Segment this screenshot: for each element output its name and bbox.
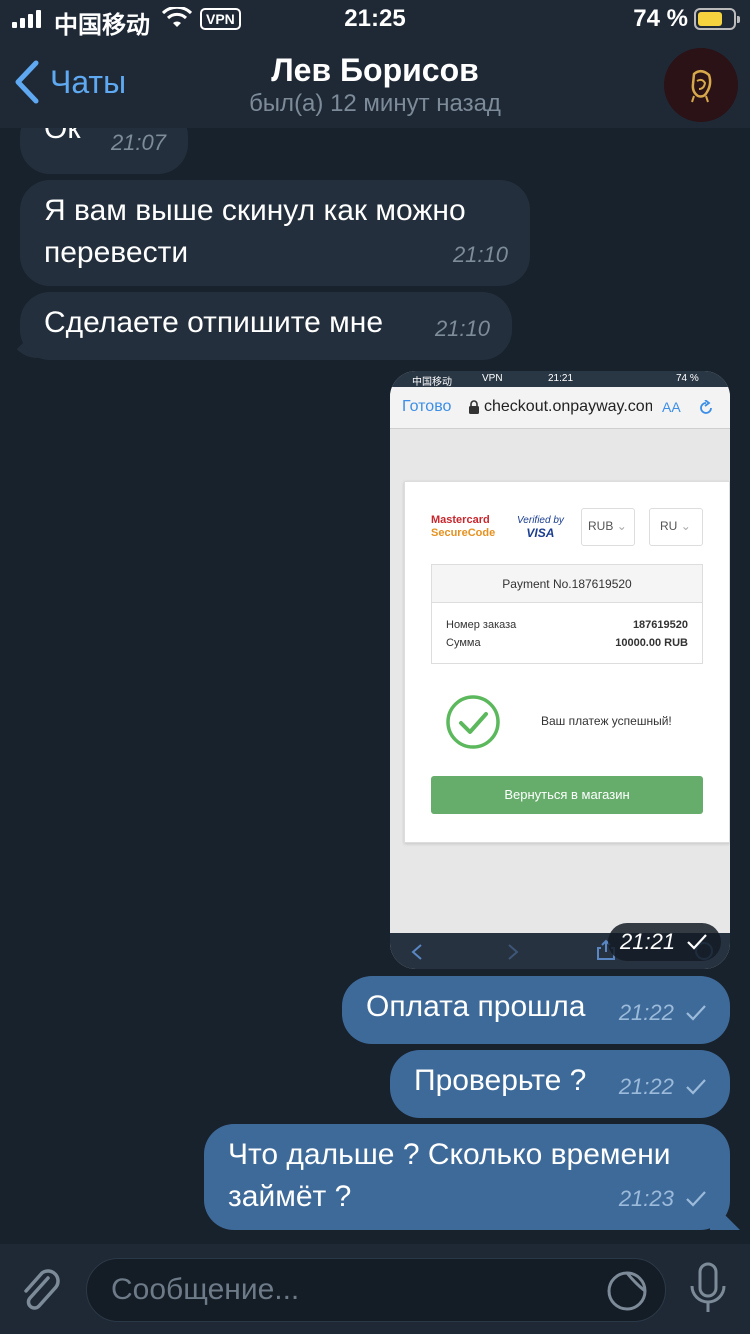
message-time: 21:21: [620, 929, 676, 954]
image-battery: 74 %: [676, 373, 699, 384]
message-time: 21:23: [618, 1186, 674, 1211]
contact-name[interactable]: Лев Борисов: [0, 52, 750, 89]
message-time-wrap: 21:22: [619, 992, 708, 1034]
language-select: RU ⌄: [649, 508, 703, 546]
check-icon: [686, 1005, 706, 1021]
check-icon: [687, 934, 707, 950]
message-incoming[interactable]: Ок 21:07: [20, 128, 188, 174]
order-label: Номер заказа: [446, 619, 517, 631]
message-time: 21:10: [434, 316, 490, 341]
image-message[interactable]: 中国移动 VPN 21:21 74 % Готово checkout.onpa…: [390, 371, 730, 969]
order-value: 187619520: [632, 619, 688, 631]
message-text: Проверьте ?: [414, 1064, 587, 1097]
image-time: 21:21: [548, 373, 574, 384]
payment-title: Payment No.187619520: [432, 565, 702, 603]
message-incoming[interactable]: Я вам выше скинул как можно перевести 21…: [20, 180, 530, 286]
chat-header: Чаты Лев Борисов был(а) 12 минут назад: [0, 40, 750, 128]
message-time-wrap: 21:22: [619, 1066, 708, 1108]
message-input-bar: Сообщение...: [0, 1244, 750, 1334]
sticker-icon[interactable]: [605, 1269, 649, 1313]
image-url: checkout.onpayway.com: [484, 398, 652, 415]
image-status-bar: 中国移动 VPN 21:21 74 %: [390, 371, 730, 388]
reload-icon: [700, 400, 712, 414]
attach-icon[interactable]: [18, 1266, 64, 1316]
browser-forward-icon: [508, 944, 519, 960]
message-time: 21:07: [110, 130, 166, 155]
image-done-button: Готово: [402, 398, 452, 415]
microphone-icon[interactable]: [688, 1262, 728, 1318]
image-aa: AA: [662, 399, 681, 415]
image-message-time: 21:21: [608, 923, 722, 961]
success-text: Ваш платеж успешный!: [541, 714, 672, 728]
message-outgoing[interactable]: Оплата прошла 21:22: [342, 976, 730, 1044]
message-time: 21:22: [618, 1074, 674, 1099]
battery-icon: [694, 8, 740, 30]
browser-back-icon: [411, 944, 422, 960]
message-text: Я вам выше скинул как можно перевести: [44, 194, 466, 269]
currency-select: RUB ⌄: [581, 508, 635, 546]
payment-details-box: Payment No.187619520 Номер заказа 187619…: [431, 564, 703, 664]
image-vpn: VPN: [482, 373, 503, 384]
success-check-icon: [446, 695, 500, 749]
message-time: 21:10: [452, 242, 508, 267]
last-seen-status: был(а) 12 минут назад: [249, 90, 501, 117]
message-incoming[interactable]: Сделаете отпишите мне 21:10: [20, 292, 512, 360]
check-icon: [686, 1079, 706, 1095]
message-outgoing[interactable]: Проверьте ? 21:22: [390, 1050, 730, 1118]
lock-icon: [469, 400, 479, 414]
image-browser-bar: Готово checkout.onpayway.com AA: [390, 387, 730, 429]
message-text: Сделаете отпишите мне: [44, 306, 384, 339]
image-carrier: 中国移动: [412, 377, 452, 388]
avatar-image: [664, 48, 738, 122]
chat-area[interactable]: Ок 21:07 Я вам выше скинул как можно пер…: [0, 128, 750, 1244]
return-to-shop-button: Вернуться в магазин: [431, 776, 703, 814]
message-text: Ок: [44, 128, 81, 145]
check-icon: [686, 1191, 706, 1207]
battery-percent: 74 %: [633, 5, 688, 32]
status-bar: 中国移动 VPN 21:25 74 %: [0, 0, 750, 40]
message-text: Оплата прошла: [366, 990, 586, 1023]
message-input[interactable]: Сообщение...: [86, 1258, 666, 1322]
avatar[interactable]: [664, 48, 738, 122]
sum-value: 10000.00 RUB: [615, 637, 688, 649]
visa-logo: Verified by VISA: [517, 515, 564, 540]
mastercard-logo: Mastercard SecureCode: [431, 514, 496, 539]
message-placeholder: Сообщение...: [111, 1273, 300, 1306]
message-time: 21:22: [618, 1000, 674, 1025]
message-outgoing[interactable]: Что дальше ? Сколько времени займёт ? 21…: [204, 1124, 730, 1230]
message-time-wrap: 21:23: [619, 1178, 708, 1220]
sum-label: Сумма: [446, 637, 481, 649]
image-payment-card: Mastercard SecureCode Verified by VISA R…: [404, 481, 730, 843]
